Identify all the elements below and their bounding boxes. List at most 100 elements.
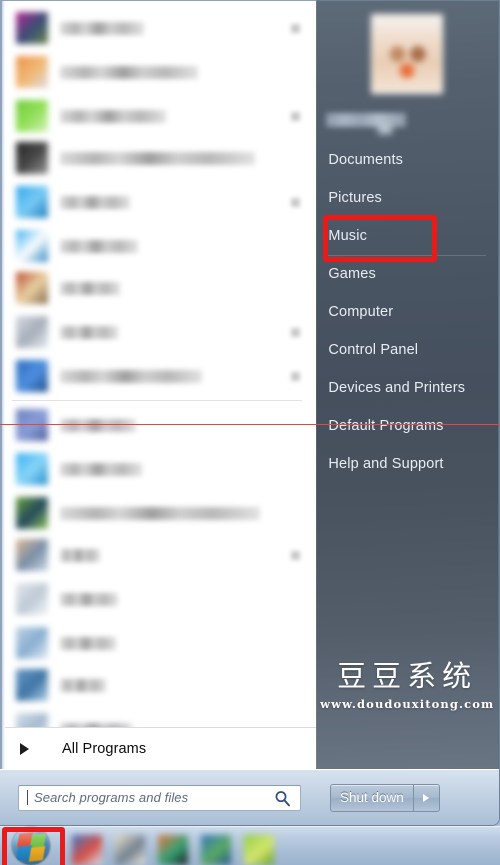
windows-start-orb-icon[interactable] <box>12 827 50 865</box>
taskbar-icon-3[interactable] <box>158 834 188 865</box>
most-frequently-used-list <box>2 1 316 727</box>
list-item-label-redacted <box>60 678 106 692</box>
start-menu-right-pane: Documents Pictures Music Games Computer Contr… <box>316 0 499 769</box>
list-item[interactable] <box>2 95 316 137</box>
jumplist-chevron-icon[interactable] <box>291 197 301 207</box>
list-item-label-redacted <box>60 325 118 339</box>
list-item-label-redacted <box>60 592 118 606</box>
jumplist-chevron-icon[interactable] <box>291 371 301 381</box>
list-item-label-redacted <box>60 548 100 562</box>
shutdown-button[interactable]: Shut down <box>331 785 413 811</box>
place-item-music[interactable]: Music <box>316 217 498 255</box>
pinned-program-3-icon <box>16 100 48 132</box>
orb-quadrant-green <box>29 833 47 849</box>
watermark-chinese-text: 豆豆系统 <box>337 659 478 694</box>
taskbar-pinned-icons <box>72 827 274 865</box>
list-item[interactable] <box>2 137 316 179</box>
orb-quadrant-red <box>16 832 34 848</box>
list-item-label-redacted <box>60 151 255 165</box>
list-item[interactable] <box>2 309 316 355</box>
recent-program-6-icon <box>16 409 48 441</box>
list-item[interactable] <box>2 492 316 534</box>
recent-program-5-icon <box>16 360 48 392</box>
recent-program-1-icon <box>16 186 48 218</box>
search-input[interactable]: Search programs and files <box>18 784 301 811</box>
list-item[interactable] <box>2 446 316 492</box>
place-item-help-and-support[interactable]: Help and Support <box>316 445 498 483</box>
taskbar-icon-1[interactable] <box>72 834 102 865</box>
list-item-label-redacted <box>60 636 116 650</box>
taskbar <box>0 826 500 865</box>
recent-program-8-icon <box>16 497 48 529</box>
list-item-label-redacted <box>60 195 130 209</box>
list-item[interactable] <box>2 179 316 225</box>
recent-program-11-icon <box>16 627 48 659</box>
list-item-label-redacted <box>60 65 198 79</box>
chevron-right-icon <box>423 793 430 802</box>
shutdown-options-button[interactable] <box>412 784 439 811</box>
list-item[interactable] <box>2 664 316 706</box>
place-item-default-programs[interactable]: Default Programs <box>316 407 498 445</box>
recent-program-9-icon <box>16 539 48 571</box>
list-item[interactable] <box>2 622 316 664</box>
recent-program-3-icon <box>16 272 48 304</box>
all-programs-label: All Programs <box>62 740 147 757</box>
shutdown-group: Shut down <box>330 783 440 812</box>
taskbar-icon-5[interactable] <box>244 834 274 865</box>
jumplist-chevron-icon[interactable] <box>291 111 301 121</box>
list-separator <box>12 400 303 401</box>
start-menu-footer: Search programs and files Shut down <box>0 769 499 825</box>
place-item-computer[interactable]: Computer <box>316 293 498 331</box>
avatar[interactable] <box>371 14 444 94</box>
start-menu: All Programs Documents Pictures Music Games… <box>0 0 500 826</box>
user-avatar-container[interactable] <box>316 7 498 101</box>
all-programs-button[interactable]: All Programs <box>2 727 317 769</box>
screen: All Programs Documents Pictures Music Games… <box>0 0 500 865</box>
list-item[interactable] <box>2 355 316 397</box>
place-item-pictures[interactable]: Pictures <box>316 179 498 217</box>
taskbar-icon-4[interactable] <box>201 834 231 865</box>
watermark-url-text: www.doudouxitong.com <box>320 697 495 711</box>
list-item[interactable] <box>2 7 316 49</box>
place-item-control-panel[interactable]: Control Panel <box>316 331 498 369</box>
list-item-label-redacted <box>60 109 166 123</box>
list-item[interactable] <box>2 267 316 309</box>
list-item[interactable] <box>2 49 316 95</box>
list-item-label-redacted <box>60 418 136 432</box>
start-button[interactable] <box>0 826 65 865</box>
list-item-label-redacted <box>60 506 260 520</box>
place-item-documents[interactable]: Documents <box>316 141 498 179</box>
user-name-redacted <box>326 113 407 127</box>
recent-program-10-icon <box>16 583 48 615</box>
list-item-label-redacted <box>60 239 138 253</box>
taskbar-icon-2[interactable] <box>115 834 145 865</box>
list-item-label-redacted <box>60 281 120 295</box>
pinned-program-2-icon <box>16 56 48 88</box>
list-item[interactable] <box>2 404 316 446</box>
watermark: 豆豆系统 www.doudouxitong.com <box>316 659 498 711</box>
pinned-program-1-icon <box>16 12 48 44</box>
places-list: Documents Pictures Music Games Computer Contr… <box>316 141 498 483</box>
pinned-program-4-icon <box>16 142 48 174</box>
jumplist-chevron-icon[interactable] <box>291 550 301 560</box>
list-item[interactable] <box>2 534 316 576</box>
place-item-games[interactable]: Games <box>316 255 498 293</box>
list-item[interactable] <box>2 576 316 622</box>
jumplist-chevron-icon[interactable] <box>291 327 301 337</box>
list-item[interactable] <box>2 225 316 267</box>
list-item[interactable] <box>2 706 316 727</box>
recent-program-7-icon <box>16 453 48 485</box>
orb-quadrant-yellow <box>28 846 46 862</box>
recent-program-13-icon <box>16 713 48 727</box>
recent-program-2-icon <box>16 230 48 262</box>
list-item-label-redacted <box>60 462 142 476</box>
start-menu-body: All Programs Documents Pictures Music Games… <box>0 0 499 769</box>
search-placeholder-label: Search programs and files <box>34 790 189 805</box>
list-item-label-redacted <box>60 369 202 383</box>
orb-quadrant-blue <box>15 845 33 861</box>
jumplist-chevron-icon[interactable] <box>291 23 301 33</box>
recent-program-12-icon <box>16 669 48 701</box>
start-menu-left-pane: All Programs <box>0 0 317 769</box>
place-item-devices-and-printers[interactable]: Devices and Printers <box>316 369 498 407</box>
list-item-label-redacted <box>60 21 144 35</box>
